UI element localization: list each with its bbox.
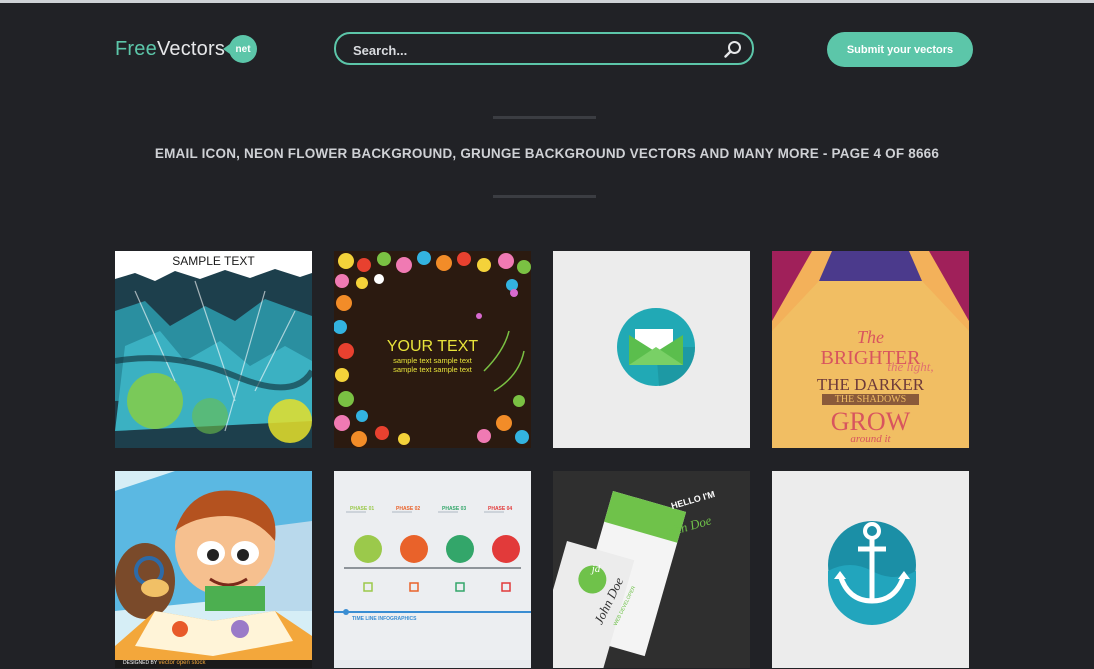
thumbnail-timeline-infographics[interactable]: PHASE 01 PHASE 02 PHASE 03 PHASE 04 TIME… [334, 471, 531, 668]
search-icon[interactable] [724, 40, 742, 58]
anchor-icon [772, 471, 969, 668]
thumbnail-email-icon[interactable] [553, 251, 750, 448]
email-icon [553, 251, 750, 448]
search-input[interactable] [351, 38, 715, 62]
divider-bottom [493, 195, 596, 198]
thumbnail-typography-poster[interactable]: The BRIGHTER the light, THE DARKER THE S… [772, 251, 969, 448]
card-monogram: jd [591, 563, 601, 575]
page-title: EMAIL ICON, NEON FLOWER BACKGROUND, GRUN… [154, 146, 940, 161]
poster-the-light: the light, [887, 359, 934, 374]
poster-the-shadows: THE SHADOWS [822, 394, 919, 405]
grunge-background-image [115, 251, 312, 448]
phase-2-label: PHASE 02 [396, 506, 421, 512]
search-bar [334, 32, 754, 65]
timeline-infographics-image [334, 471, 531, 668]
poster-the: The [857, 327, 884, 347]
grunge-sample-text: SAMPLE TEXT [172, 254, 255, 268]
thumbnail-business-card[interactable]: HELLO I'M John Doe jd John Doe WEB DEVEL… [553, 471, 750, 668]
kids-credit: DESIGNED BY vector open stock [123, 660, 206, 666]
divider-top [493, 116, 596, 119]
phase-3-label: PHASE 03 [442, 506, 467, 512]
submit-vectors-button[interactable]: Submit your vectors [827, 32, 973, 67]
kids-reading-image [115, 471, 312, 668]
business-card-image [553, 471, 750, 668]
thumbnail-neon-flower-background[interactable]: YOUR TEXT sample text sample text sample… [334, 251, 531, 448]
thumbnail-kids-reading[interactable]: DESIGNED BY vector open stock [115, 471, 312, 668]
flower-subtext-2: sample text sample text [393, 365, 472, 374]
phase-1-label: PHASE 01 [350, 506, 375, 512]
site-logo[interactable]: FreeVectors net [115, 34, 258, 64]
poster-around-it: around it [850, 433, 891, 445]
phase-4-label: PHASE 04 [488, 506, 513, 512]
thumbnail-grunge-background[interactable]: SAMPLE TEXT [115, 251, 312, 448]
timeline-footer-label: TIME LINE INFOGRAPHICS [352, 616, 417, 622]
logo-badge: net [223, 35, 258, 63]
thumbnail-anchor-icon[interactable] [772, 471, 969, 668]
logo-text: FreeVectors [115, 37, 226, 60]
flower-subtext-1: sample text sample text [393, 356, 472, 365]
poster-the-darker: THE DARKER [816, 375, 925, 394]
top-border [0, 0, 1094, 3]
flower-your-text: YOUR TEXT [386, 338, 479, 355]
